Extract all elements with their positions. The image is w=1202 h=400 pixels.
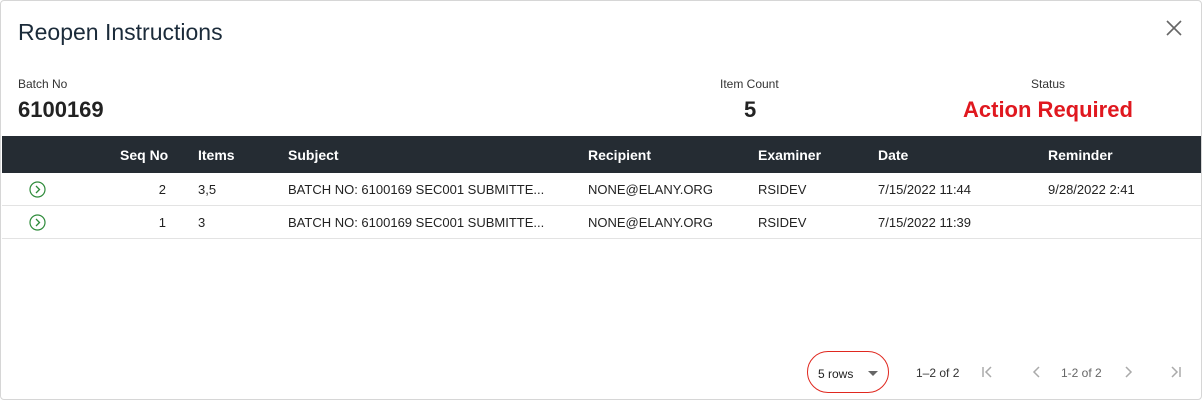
cell-recipient: NONE@ELANY.ORG: [588, 215, 713, 230]
cell-subject: BATCH NO: 6100169 SEC001 SUBMITTE...: [288, 182, 545, 197]
cell-seq-no: 2: [158, 182, 166, 197]
cell-examiner: RSIDEV: [758, 182, 807, 197]
table-header: Seq No Items Subject Recipient Examiner …: [2, 136, 1201, 173]
pagination-range: 1–2 of 2: [916, 366, 960, 380]
first-page-icon: [982, 366, 992, 378]
expand-row-button[interactable]: [29, 181, 46, 198]
cell-date: 7/15/2022 11:39: [878, 215, 972, 230]
reopen-instructions-dialog: Reopen Instructions Batch No 6100169 Ite…: [0, 0, 1202, 400]
cell-subject: BATCH NO: 6100169 SEC001 SUBMITTE...: [288, 215, 545, 230]
column-header-subject[interactable]: Subject: [288, 147, 339, 163]
table-row[interactable]: 2 3,5 BATCH NO: 6100169 SEC001 SUBMITTE.…: [2, 173, 1201, 206]
batch-no-label: Batch No: [18, 77, 68, 91]
close-icon: [1166, 20, 1182, 36]
cell-date: 7/15/2022 11:44: [878, 182, 972, 197]
close-button[interactable]: [1165, 19, 1183, 37]
first-page-button[interactable]: [980, 364, 996, 380]
last-page-icon: [1171, 366, 1181, 378]
item-count-label: Item Count: [720, 77, 779, 91]
item-count-value: 5: [744, 97, 757, 122]
previous-page-icon: [1032, 366, 1040, 378]
column-header-examiner[interactable]: Examiner: [758, 147, 821, 163]
cell-items: 3,5: [198, 182, 217, 197]
column-header-recipient[interactable]: Recipient: [588, 147, 651, 163]
column-header-seq-no[interactable]: Seq No: [120, 147, 168, 163]
expand-row-button[interactable]: [29, 214, 46, 231]
next-page-button[interactable]: [1120, 364, 1136, 380]
rows-per-page-select[interactable]: 5 rows: [807, 351, 889, 393]
status-label: Status: [1031, 77, 1066, 91]
chevron-right-circle-icon: [29, 181, 46, 198]
previous-page-button[interactable]: [1029, 364, 1045, 380]
column-header-date[interactable]: Date: [878, 147, 908, 163]
pagination-bar: 5 rows 1–2 of 2 1-2 of 2: [1, 351, 1202, 393]
next-page-icon: [1125, 366, 1133, 378]
cell-reminder: 9/28/2022 2:41: [1048, 182, 1135, 197]
last-page-button[interactable]: [1167, 364, 1183, 380]
status-value: Action Required: [963, 97, 1133, 122]
batch-no-value: 6100169: [18, 97, 104, 122]
cell-seq-no: 1: [158, 215, 166, 230]
rows-per-page-value: 5 rows: [818, 367, 854, 381]
column-header-items[interactable]: Items: [198, 147, 235, 163]
page-indicator: 1-2 of 2: [1061, 366, 1102, 380]
caret-down-icon: [868, 371, 878, 376]
dialog-title: Reopen Instructions: [18, 19, 223, 45]
column-header-reminder[interactable]: Reminder: [1048, 147, 1113, 163]
cell-recipient: NONE@ELANY.ORG: [588, 182, 713, 197]
cell-items: 3: [198, 215, 206, 230]
cell-examiner: RSIDEV: [758, 215, 807, 230]
chevron-right-circle-icon: [29, 214, 46, 231]
table-row[interactable]: 1 3 BATCH NO: 6100169 SEC001 SUBMITTE...…: [2, 206, 1201, 239]
